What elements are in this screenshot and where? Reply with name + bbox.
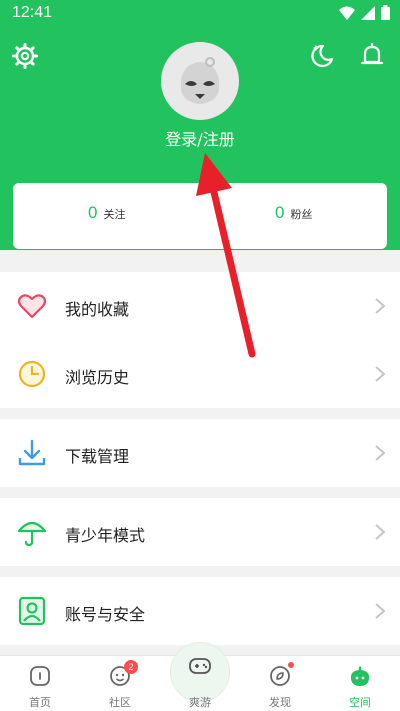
fans-count: 0	[275, 203, 285, 222]
menu-group-downloads: 下载管理	[0, 419, 400, 487]
tab-games[interactable]: 爽游	[160, 656, 240, 711]
menu-item-favorites[interactable]: 我的收藏	[0, 272, 400, 340]
battery-icon	[381, 5, 390, 20]
night-mode-icon[interactable]	[307, 42, 335, 70]
tab-community[interactable]: 2 社区	[80, 656, 160, 711]
account-security-icon	[18, 596, 46, 626]
notification-badge: 2	[124, 660, 138, 674]
following-stat[interactable]: 0 关注	[88, 203, 125, 223]
tab-label: 首页	[29, 696, 51, 709]
menu-item-downloads[interactable]: 下载管理	[0, 419, 400, 487]
menu-item-label: 账号与安全	[65, 605, 146, 624]
fans-label: 粉丝	[290, 208, 313, 221]
menu-group-teen: 青少年模式	[0, 498, 400, 566]
menu-item-history[interactable]: 浏览历史	[0, 340, 400, 408]
tab-discover[interactable]: 发现	[240, 656, 320, 711]
space-icon	[350, 666, 370, 686]
menu-group-content: 我的收藏 浏览历史	[0, 272, 400, 408]
signal-icon	[361, 5, 375, 20]
menu-group-account: 账号与安全	[0, 577, 400, 645]
tab-space[interactable]: 空间	[320, 656, 400, 711]
menu-item-account-security[interactable]: 账号与安全	[0, 577, 400, 645]
gear-icon[interactable]	[11, 42, 39, 70]
discover-icon	[270, 666, 290, 686]
following-count: 0	[88, 203, 98, 222]
chevron-right-icon	[375, 298, 386, 314]
home-icon	[30, 666, 50, 686]
status-bar: 12:41	[0, 0, 400, 28]
menu-item-teen-mode[interactable]: 青少年模式	[0, 498, 400, 566]
tab-label: 爽游	[189, 696, 211, 709]
login-register-link[interactable]: 登录/注册	[0, 126, 400, 150]
menu-item-label: 我的收藏	[65, 300, 130, 319]
status-time: 12:41	[12, 4, 53, 21]
follow-stats-card: 0 关注 0 粉丝	[13, 183, 387, 249]
menu-item-label: 浏览历史	[65, 368, 130, 387]
wifi-icon	[339, 6, 355, 20]
chevron-right-icon	[375, 524, 386, 540]
menu-item-label: 青少年模式	[65, 526, 146, 545]
download-icon	[18, 439, 46, 466]
chevron-right-icon	[375, 445, 386, 461]
clock-icon	[18, 360, 46, 388]
tab-label: 空间	[349, 696, 371, 709]
new-content-dot	[288, 662, 294, 668]
bell-icon[interactable]	[358, 42, 386, 70]
gamepad-icon	[189, 658, 211, 674]
menu-item-label: 下载管理	[65, 447, 130, 466]
umbrella-icon	[17, 521, 47, 547]
chevron-right-icon	[375, 366, 386, 382]
tab-label: 社区	[109, 696, 131, 709]
heart-icon	[17, 294, 47, 319]
fans-stat[interactable]: 0 粉丝	[275, 203, 312, 223]
default-avatar-icon	[180, 57, 220, 104]
tab-label: 发现	[269, 696, 291, 709]
tab-home[interactable]: 首页	[0, 656, 80, 711]
bottom-tab-bar: 首页 2 社区 爽游 发现 空间	[0, 642, 400, 711]
avatar[interactable]	[161, 42, 239, 120]
chevron-right-icon	[375, 603, 386, 619]
following-label: 关注	[103, 208, 126, 221]
status-icons	[339, 5, 390, 20]
